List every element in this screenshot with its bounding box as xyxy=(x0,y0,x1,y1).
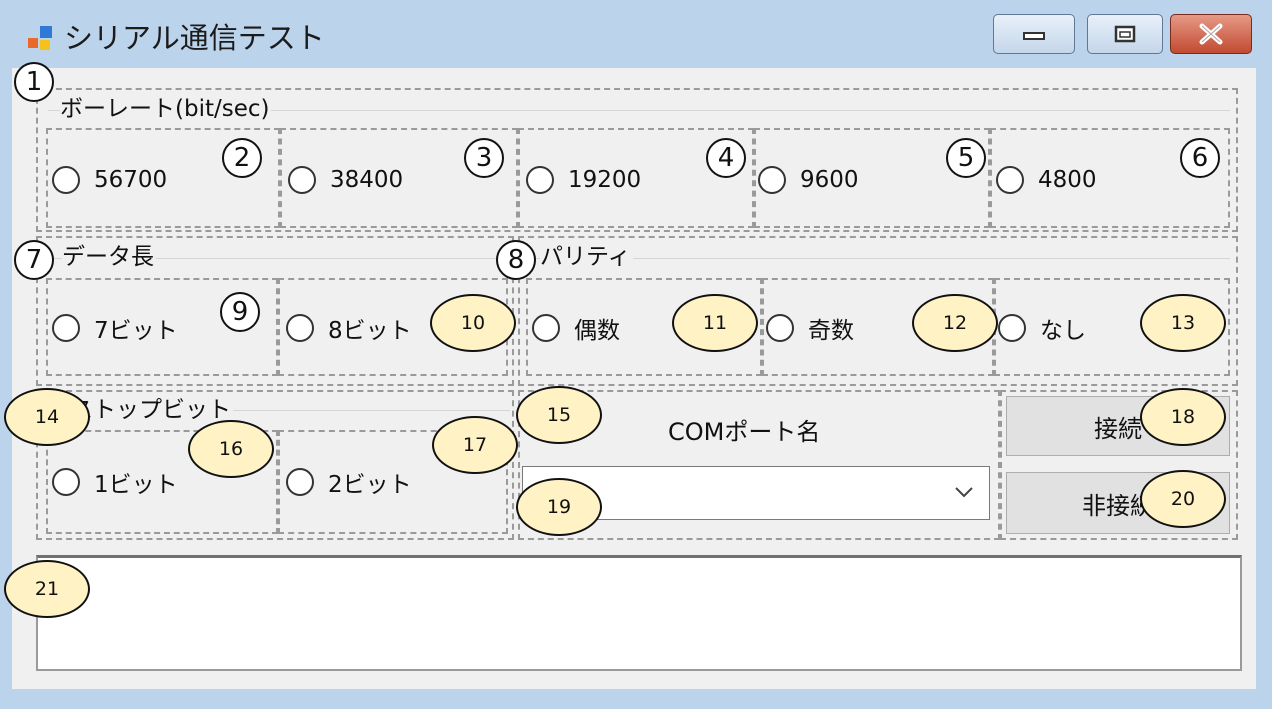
data-length-radio-8bit[interactable]: 8ビット xyxy=(286,308,412,348)
radio-circle-icon xyxy=(286,314,314,342)
baud-radio-38400[interactable]: 38400 xyxy=(288,160,403,200)
baud-radio-56700[interactable]: 56700 xyxy=(52,160,167,200)
stop-bit-radio-1bit[interactable]: 1ビット xyxy=(52,462,178,502)
radio-circle-icon xyxy=(52,314,80,342)
annotation-marker-11: 11 xyxy=(672,294,758,352)
radio-circle-icon xyxy=(532,314,560,342)
log-textbox[interactable] xyxy=(36,555,1242,671)
baud-radio-19200[interactable]: 19200 xyxy=(526,160,641,200)
baud-rate-group-label: ボーレート(bit/sec) xyxy=(60,95,272,123)
maximize-button[interactable] xyxy=(1087,14,1163,54)
baud-radio-9600[interactable]: 9600 xyxy=(758,160,859,200)
baud-radio-4800[interactable]: 4800 xyxy=(996,160,1097,200)
com-port-label: COMポート名 xyxy=(668,418,821,446)
annotation-marker-6: 6 xyxy=(1180,138,1220,178)
annotation-marker-16: 16 xyxy=(188,420,274,478)
title-bar[interactable]: シリアル通信テスト xyxy=(0,0,1272,68)
annotation-marker-19: 19 xyxy=(516,478,602,536)
annotation-marker-18: 18 xyxy=(1140,388,1226,446)
data-length-group-label: データ長 xyxy=(62,243,156,271)
close-button[interactable] xyxy=(1170,14,1252,54)
annotation-marker-4: 4 xyxy=(706,138,746,178)
radio-circle-icon xyxy=(766,314,794,342)
close-icon xyxy=(1171,15,1251,53)
data-length-radio-7bit[interactable]: 7ビット xyxy=(52,308,178,348)
annotation-marker-1: 1 xyxy=(14,62,54,102)
minimize-icon xyxy=(994,15,1074,53)
annotation-marker-14: 14 xyxy=(4,388,90,446)
radio-circle-icon xyxy=(286,468,314,496)
annotation-marker-5: 5 xyxy=(946,138,986,178)
annotation-marker-7: 7 xyxy=(14,240,54,280)
annotation-marker-20: 20 xyxy=(1140,470,1226,528)
annotation-marker-13: 13 xyxy=(1140,294,1226,352)
parity-radio-odd[interactable]: 奇数 xyxy=(766,308,854,348)
minimize-button[interactable] xyxy=(993,14,1075,54)
parity-group-label: パリティ xyxy=(540,243,633,271)
stop-bit-radio-2bit[interactable]: 2ビット xyxy=(286,462,412,502)
annotation-marker-15: 15 xyxy=(516,386,602,444)
annotation-marker-10: 10 xyxy=(430,294,516,352)
parity-radio-none[interactable]: なし xyxy=(998,308,1086,348)
radio-circle-icon xyxy=(758,166,786,194)
radio-circle-icon xyxy=(998,314,1026,342)
annotation-marker-21: 21 xyxy=(4,560,90,618)
annotation-marker-17: 17 xyxy=(432,416,518,474)
radio-circle-icon xyxy=(526,166,554,194)
app-window-icon xyxy=(28,26,54,52)
window-bottom-edge xyxy=(0,689,1272,709)
annotation-marker-8: 8 xyxy=(496,240,536,280)
annotation-marker-9: 9 xyxy=(220,292,260,332)
radio-circle-icon xyxy=(52,166,80,194)
parity-radio-even[interactable]: 偶数 xyxy=(532,308,620,348)
annotation-marker-2: 2 xyxy=(222,138,262,178)
annotation-marker-3: 3 xyxy=(464,138,504,178)
radio-circle-icon xyxy=(288,166,316,194)
radio-circle-icon xyxy=(996,166,1024,194)
maximize-icon xyxy=(1088,15,1162,53)
annotation-marker-12: 12 xyxy=(912,294,998,352)
radio-circle-icon xyxy=(52,468,80,496)
stop-bit-group-label: ストップビット xyxy=(70,396,233,424)
chevron-down-icon[interactable] xyxy=(953,481,975,507)
window-title: シリアル通信テスト xyxy=(64,21,325,55)
